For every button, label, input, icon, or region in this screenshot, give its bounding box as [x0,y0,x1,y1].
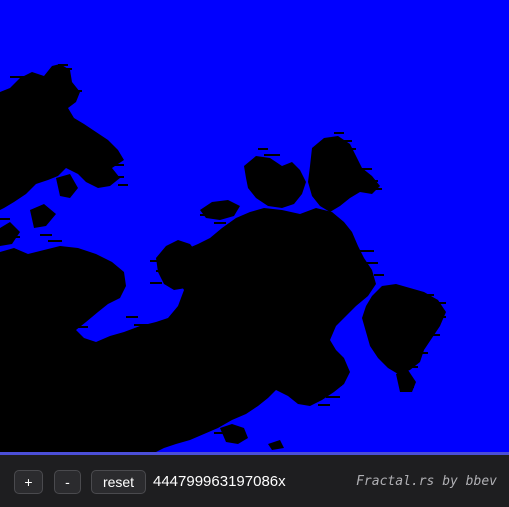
zoom-in-button[interactable]: + [14,470,43,494]
reset-button[interactable]: reset [91,470,146,494]
bottom-toolbar: + - reset 444799963197086x Fractal.rs by… [0,455,509,507]
fractal-canvas[interactable] [0,0,509,452]
fractal-image[interactable] [0,0,509,452]
app-credit: Fractal.rs by bbev [356,474,497,489]
zoom-out-button[interactable]: - [54,470,81,494]
zoom-level-readout: 444799963197086x [153,473,286,490]
